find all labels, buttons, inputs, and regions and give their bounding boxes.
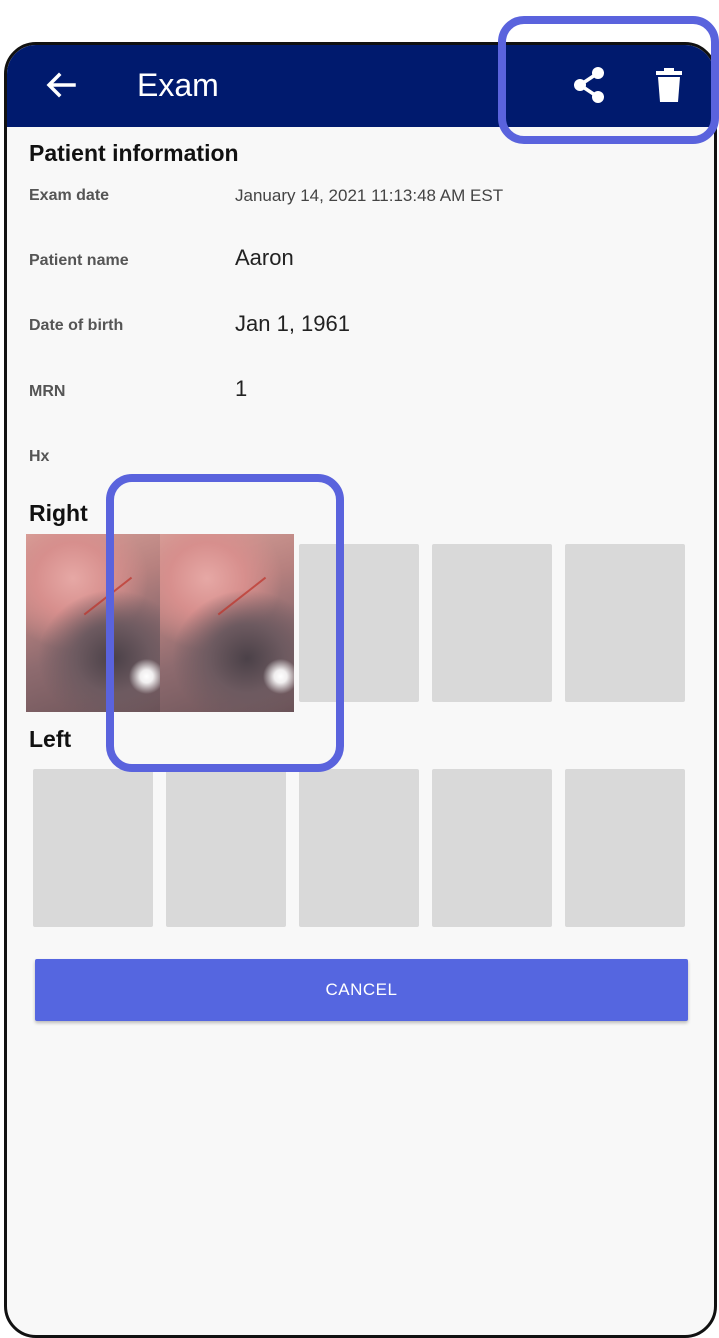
dob-value: Jan 1, 1961	[235, 311, 350, 336]
mrn-value: 1	[235, 376, 248, 401]
hx-label: Hx	[29, 448, 50, 465]
patient-name-value: Aaron	[235, 245, 294, 270]
app-bar: Exam	[7, 45, 714, 127]
trash-icon	[656, 68, 682, 102]
right-ear-image-1[interactable]	[26, 534, 160, 712]
left-image-slot-2[interactable]	[166, 769, 286, 927]
right-image-slot-4[interactable]	[432, 544, 552, 702]
patient-info-heading: Patient information	[29, 140, 239, 166]
mrn-label: MRN	[29, 383, 66, 400]
exam-date-value: January 14, 2021 11:13:48 AM EST	[235, 186, 504, 205]
right-ear-image-2[interactable]	[160, 534, 294, 712]
exam-date-label: Exam date	[29, 187, 110, 204]
left-image-slot-1[interactable]	[33, 769, 153, 927]
right-ear-heading: Right	[29, 500, 88, 526]
left-image-slot-4[interactable]	[432, 769, 552, 927]
left-image-slot-5[interactable]	[565, 769, 685, 927]
right-image-slot-3[interactable]	[299, 544, 419, 702]
share-icon	[574, 67, 604, 103]
dob-label: Date of birth	[29, 317, 124, 334]
cancel-button[interactable]: CANCEL	[35, 959, 688, 1021]
right-image-slot-5[interactable]	[565, 544, 685, 702]
back-button[interactable]	[39, 63, 83, 107]
left-image-slot-3[interactable]	[299, 769, 419, 927]
page-title: Exam	[137, 67, 219, 103]
share-button[interactable]	[567, 63, 611, 107]
patient-name-label: Patient name	[29, 252, 129, 269]
phone-frame: Exam Patient information Exam date Janua…	[4, 42, 717, 1338]
delete-button[interactable]	[647, 63, 691, 107]
arrow-left-icon	[46, 72, 76, 98]
left-ear-heading: Left	[29, 726, 72, 752]
